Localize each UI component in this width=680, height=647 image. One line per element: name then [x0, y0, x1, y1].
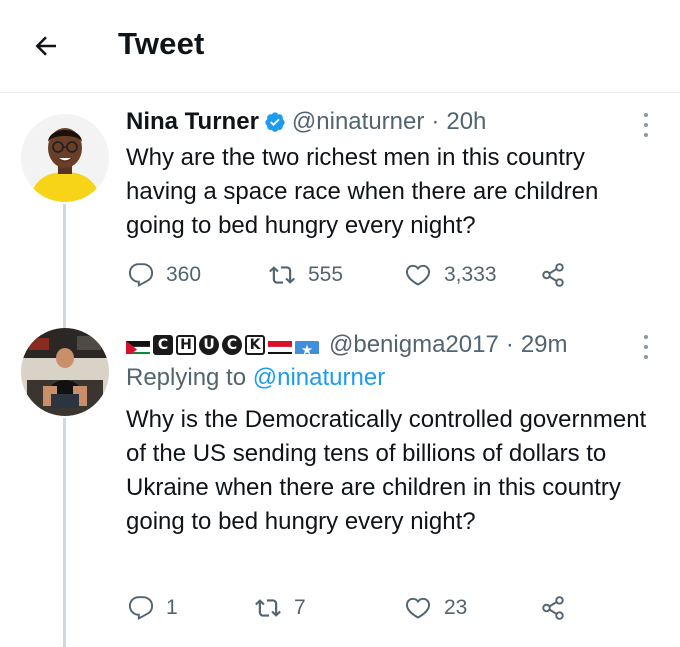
avatar[interactable]	[21, 328, 109, 416]
reply-mention-link[interactable]: @ninaturner	[253, 364, 385, 391]
separator-dot: ·	[431, 108, 440, 135]
user-handle[interactable]: @benigma2017	[329, 331, 499, 359]
thread-connector	[63, 204, 66, 334]
reply-icon	[128, 596, 154, 621]
share-icon	[542, 263, 564, 287]
like-button[interactable]: 3,333	[404, 258, 497, 292]
timestamp[interactable]: 20h	[446, 108, 486, 136]
timestamp[interactable]: 29m	[521, 331, 568, 359]
tweet-text: Why are the two richest men in this coun…	[126, 144, 599, 239]
reply-button[interactable]: 360	[128, 258, 201, 292]
more-options-icon[interactable]	[640, 332, 652, 362]
heart-icon	[405, 264, 431, 286]
tweet-text: Why is the Democratically controlled gov…	[126, 406, 647, 535]
name-letter: C	[222, 335, 242, 355]
share-icon	[542, 596, 564, 620]
retweet-icon	[255, 599, 281, 617]
top-bar: Tweet	[0, 0, 680, 93]
verified-badge-icon	[264, 111, 286, 133]
reply-icon	[128, 263, 154, 288]
replying-to-label: Replying to	[126, 364, 247, 391]
separator-dot: ·	[505, 331, 514, 358]
retweet-count: 7	[294, 596, 306, 619]
like-count: 3,333	[444, 263, 497, 286]
tweet-actions: 1 7 23	[126, 591, 586, 625]
name-letter: K	[245, 335, 265, 355]
tweet-header: C H U C K @benigma2017 · 29m	[126, 328, 568, 362]
back-button[interactable]	[26, 26, 66, 66]
like-button[interactable]: 23	[404, 591, 467, 625]
display-name[interactable]: Nina Turner	[126, 108, 259, 136]
reply-count: 1	[166, 596, 178, 619]
display-name[interactable]: C H U C K	[126, 335, 319, 355]
user-handle[interactable]: @ninaturner	[292, 108, 424, 136]
share-button[interactable]	[540, 258, 566, 292]
name-letter: U	[199, 335, 219, 355]
retweet-icon	[269, 266, 295, 284]
thread-connector	[63, 418, 66, 647]
tweet-header: Nina Turner @ninaturner · 20h	[126, 105, 486, 139]
palestine-flag-icon	[126, 337, 150, 354]
tweet-actions: 360 555 3,333	[126, 258, 586, 292]
avatar[interactable]	[21, 114, 109, 202]
replying-to: Replying to @ninaturner	[126, 364, 385, 392]
yemen-flag-icon	[268, 337, 292, 354]
somalia-flag-icon	[295, 337, 319, 354]
more-options-icon[interactable]	[640, 110, 652, 140]
name-letter: C	[153, 335, 173, 355]
reply-count: 360	[166, 263, 202, 286]
heart-icon	[405, 597, 431, 619]
retweet-button[interactable]: 555	[268, 258, 343, 292]
share-button[interactable]	[540, 591, 566, 625]
name-letter: H	[176, 335, 196, 355]
reply-button[interactable]: 1	[128, 591, 178, 625]
like-count: 23	[444, 596, 468, 619]
arrow-left-icon	[35, 36, 56, 56]
retweet-count: 555	[308, 263, 344, 286]
retweet-button[interactable]: 7	[254, 591, 306, 625]
page-title: Tweet	[118, 26, 205, 61]
